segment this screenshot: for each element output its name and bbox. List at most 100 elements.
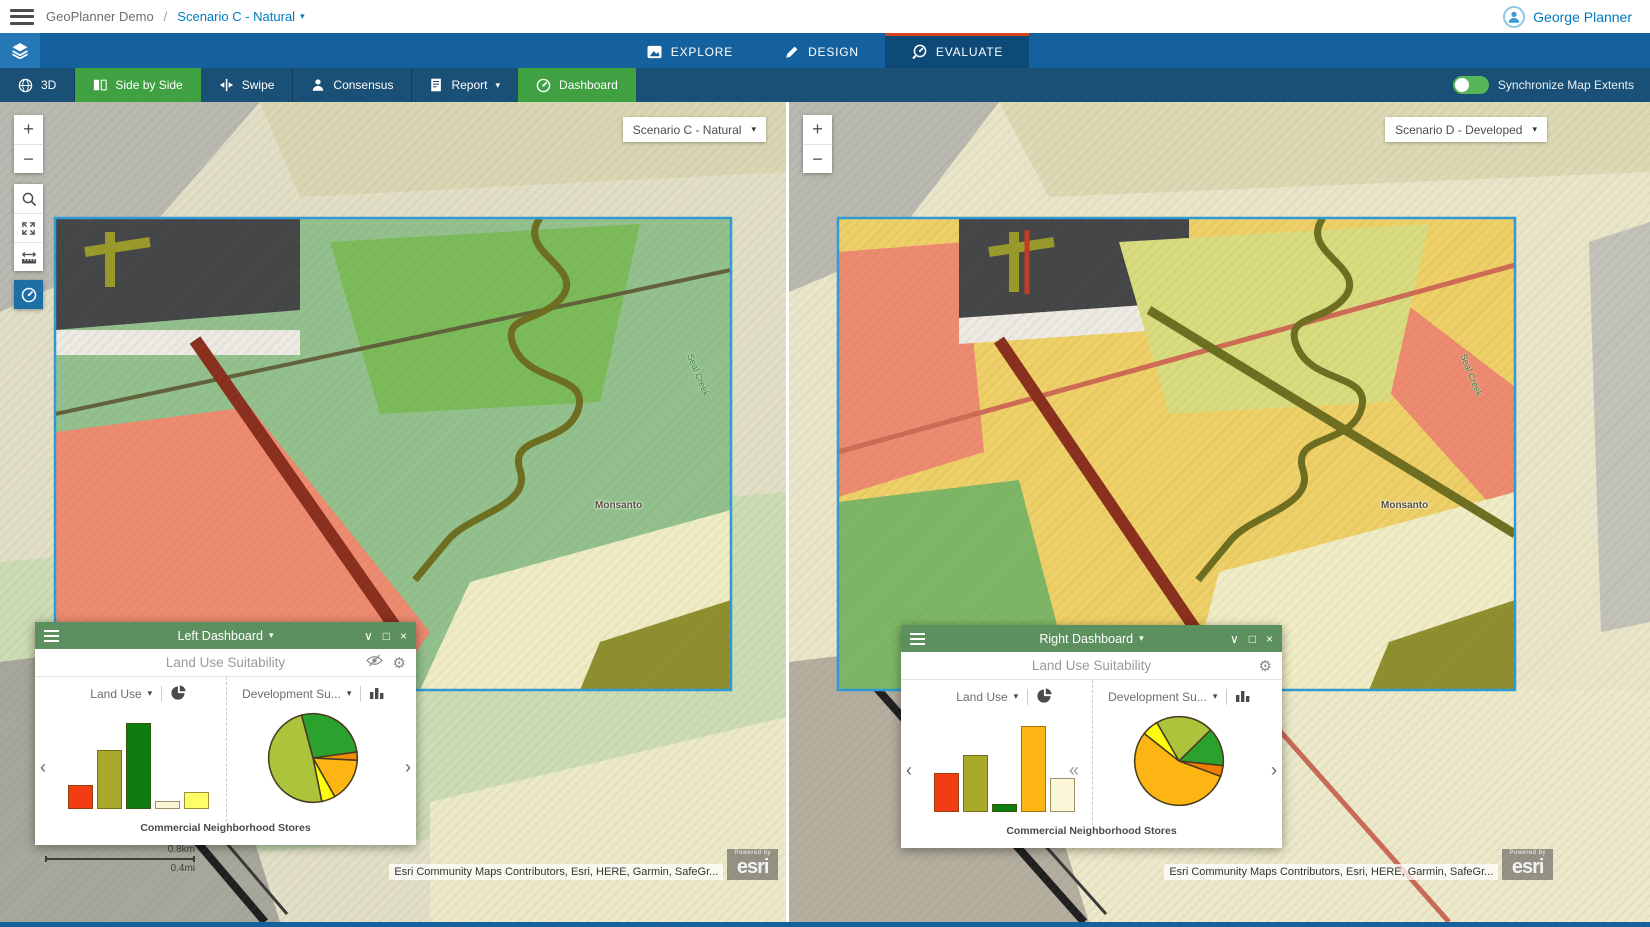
default-extent-button[interactable]: [14, 213, 43, 242]
map-left[interactable]: Monsanto Seal Creek + −: [0, 102, 786, 922]
scale-km: 0.8km: [45, 844, 195, 855]
zoom-in-button[interactable]: +: [803, 115, 832, 144]
caret-down-icon: ▾: [347, 689, 352, 698]
consensus-button[interactable]: Consensus: [293, 68, 411, 102]
left-scenario-selector[interactable]: Scenario C - Natural ▾: [623, 117, 766, 142]
next-chart-arrow[interactable]: ›: [1271, 761, 1277, 779]
right-scenario-selector[interactable]: Scenario D - Developed ▾: [1385, 117, 1547, 142]
report-button[interactable]: Report ▾: [412, 68, 518, 102]
3d-button[interactable]: 3D: [0, 68, 74, 102]
scenario-breadcrumb-menu[interactable]: Scenario C - Natural ▾: [177, 9, 304, 24]
settings-gear-icon[interactable]: ⚙: [393, 654, 406, 672]
panel-subheader: Land Use Suitability ⚙: [35, 649, 416, 677]
caret-down-icon: ▾: [269, 631, 274, 640]
zoom-in-button[interactable]: +: [14, 115, 43, 144]
visibility-off-icon[interactable]: [366, 654, 383, 671]
zoom-out-icon: −: [812, 149, 823, 170]
zoom-controls: + −: [14, 115, 43, 173]
scale-bar: 0.8km 0.4mi: [45, 844, 195, 874]
chart-field-label: Land Use: [90, 687, 141, 701]
development-pie-chart: [1132, 714, 1226, 808]
dashboard-tool-button[interactable]: [14, 280, 43, 309]
chart-field-select[interactable]: Land Use ▾: [90, 687, 152, 701]
sync-extents-control: Synchronize Map Extents: [1453, 68, 1650, 102]
panel-minimize-icon[interactable]: ∨: [1230, 632, 1239, 646]
tab-explore-label: EXPLORE: [671, 45, 733, 59]
chart-caption: Commercial Neighborhood Stores: [35, 822, 416, 845]
measure-button[interactable]: [14, 242, 43, 271]
sync-extents-toggle[interactable]: [1453, 76, 1489, 94]
pie-chart-icon[interactable]: [1037, 688, 1052, 706]
bar-chart-icon[interactable]: [1236, 689, 1250, 705]
caret-down-icon: ▾: [751, 125, 756, 134]
collapse-charts-arrow[interactable]: «: [1069, 761, 1079, 779]
panel-maximize-icon[interactable]: □: [383, 629, 390, 643]
prev-chart-arrow[interactable]: ‹: [906, 761, 912, 779]
prev-chart-arrow[interactable]: ‹: [40, 758, 46, 776]
panel-menu-icon[interactable]: [910, 633, 925, 645]
esri-logo: Powered by esri: [727, 849, 778, 880]
panel-title: Right Dashboard: [1039, 632, 1133, 646]
land-use-bar-chart: [934, 712, 1075, 812]
chart-cell-land-use: Land Use ▾: [51, 677, 226, 822]
zoom-out-button[interactable]: −: [803, 144, 832, 173]
mode-tabs: EXPLORE DESIGN EVALUATE: [0, 33, 1650, 68]
side-by-side-button[interactable]: Side by Side: [75, 68, 200, 102]
panel-menu-icon[interactable]: [44, 630, 59, 642]
esri-logo: Powered by esri: [1502, 849, 1553, 880]
breadcrumb-separator: /: [164, 9, 168, 24]
chart-field-select[interactable]: Development Su... ▾: [242, 687, 351, 701]
chart-field-label: Land Use: [956, 690, 1007, 704]
panel-chart-area: ‹ Land Use ▾: [35, 677, 416, 822]
swipe-label: Swipe: [242, 78, 275, 92]
panel-subtitle: Land Use Suitability: [35, 655, 416, 670]
hamburger-menu-icon[interactable]: [10, 9, 34, 25]
right-attribution: Esri Community Maps Contributors, Esri, …: [1164, 849, 1553, 880]
panel-subtitle: Land Use Suitability: [901, 658, 1282, 673]
tab-design[interactable]: DESIGN: [759, 33, 885, 68]
panel-minimize-icon[interactable]: ∨: [364, 629, 373, 643]
caret-down-icon: ▾: [1532, 125, 1537, 134]
extent-arrows-icon: [21, 221, 36, 236]
caret-down-icon: ▾: [300, 12, 305, 21]
bottom-strip: [0, 922, 1650, 927]
tab-evaluate[interactable]: EVALUATE: [885, 33, 1029, 68]
zoom-in-icon: +: [812, 119, 823, 140]
map-right[interactable]: Monsanto Seal Creek + − Scenario D - Dev…: [789, 102, 1650, 922]
bar-chart-icon[interactable]: [370, 686, 384, 702]
dashboard-button[interactable]: Dashboard: [518, 68, 636, 102]
search-button[interactable]: [14, 184, 43, 213]
side-by-side-icon: [93, 78, 107, 92]
swipe-icon: [219, 78, 234, 92]
right-dashboard-panel: Right Dashboard ▾ ∨ □ × Land Use Suitabi…: [901, 625, 1282, 848]
panel-window-controls: ∨ □ ×: [1230, 632, 1273, 646]
tab-explore[interactable]: EXPLORE: [621, 33, 759, 68]
evaluate-gauge-icon: [911, 44, 927, 60]
right-dashboard-header[interactable]: Right Dashboard ▾ ∨ □ ×: [901, 625, 1282, 652]
geoplanner-app: GeoPlanner Demo / Scenario C - Natural ▾…: [0, 0, 1650, 927]
caret-down-icon: ▾: [1213, 692, 1218, 701]
next-chart-arrow[interactable]: ›: [405, 758, 411, 776]
pie-chart-icon[interactable]: [171, 685, 186, 703]
user-menu[interactable]: George Planner: [1503, 6, 1650, 28]
nav-bar: EXPLORE DESIGN EVALUATE: [0, 33, 1650, 68]
panel-title-dropdown[interactable]: Right Dashboard ▾: [901, 632, 1282, 646]
caret-down-icon: ▾: [1139, 634, 1144, 643]
panel-close-icon[interactable]: ×: [400, 629, 407, 643]
caret-down-icon: ▾: [1014, 692, 1019, 701]
globe-icon: [18, 78, 33, 93]
left-scenario-label: Scenario C - Natural: [633, 123, 742, 137]
zoom-out-icon: −: [23, 149, 34, 170]
chart-field-select[interactable]: Land Use ▾: [956, 690, 1018, 704]
left-dashboard-header[interactable]: Left Dashboard ▾ ∨ □ ×: [35, 622, 416, 649]
chart-cell-land-use: Land Use ▾: [917, 680, 1092, 825]
panel-close-icon[interactable]: ×: [1266, 632, 1273, 646]
zoom-out-button[interactable]: −: [14, 144, 43, 173]
top-bar: GeoPlanner Demo / Scenario C - Natural ▾…: [0, 0, 1650, 33]
panel-title-dropdown[interactable]: Left Dashboard ▾: [35, 629, 416, 643]
panel-maximize-icon[interactable]: □: [1249, 632, 1256, 646]
measure-icon: [21, 251, 37, 264]
settings-gear-icon[interactable]: ⚙: [1259, 657, 1272, 675]
swipe-button[interactable]: Swipe: [201, 68, 293, 102]
chart-field-select[interactable]: Development Su... ▾: [1108, 690, 1217, 704]
